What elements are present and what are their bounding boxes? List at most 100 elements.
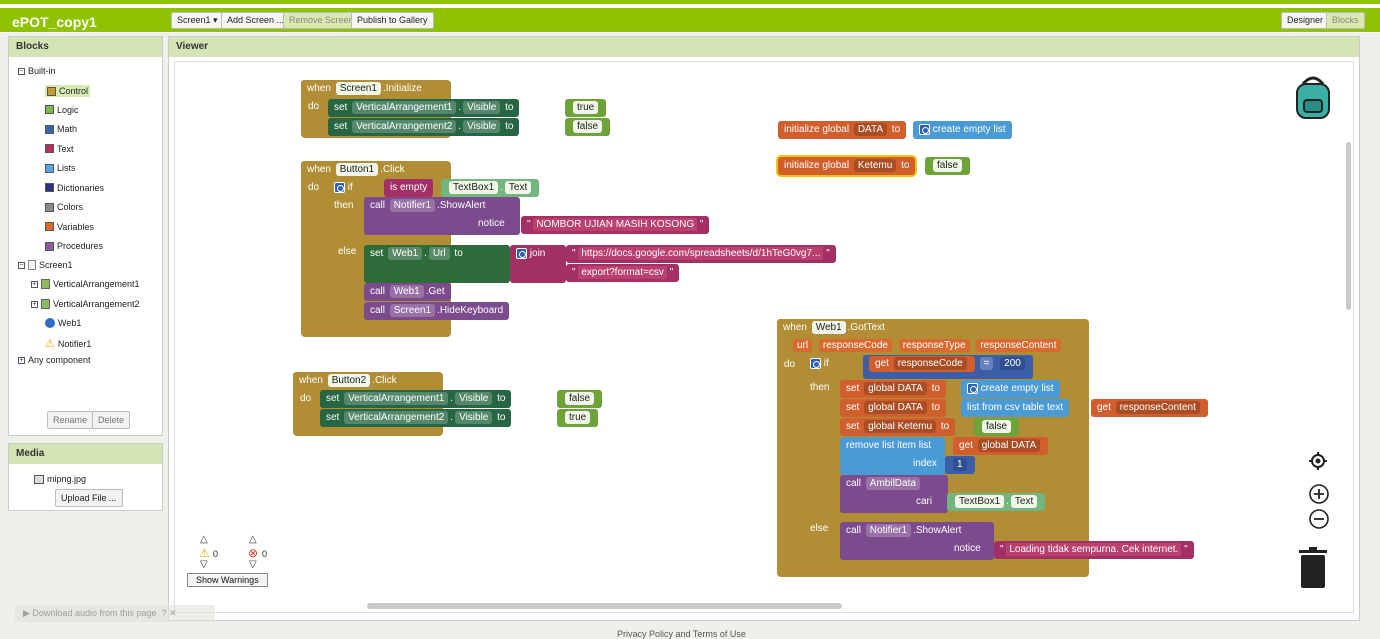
builtin-item-lists[interactable]: Lists — [45, 163, 76, 173]
logic-false[interactable]: false — [925, 157, 971, 175]
call-screen1-hidekeyboard[interactable]: call Screen1 .HideKeyboard — [364, 302, 510, 320]
variable-name[interactable]: Ketemu — [853, 158, 897, 172]
procedure-dropdown[interactable]: AmbilData — [865, 476, 920, 490]
variable-dropdown[interactable]: global DATA — [977, 438, 1041, 452]
media-file[interactable]: mipng.jpg — [34, 474, 86, 484]
variable-name[interactable]: DATA — [853, 122, 888, 136]
component-dropdown[interactable]: VerticalArrangement1 — [352, 100, 457, 114]
textbox1-text-getter[interactable]: TextBox1. Text — [441, 179, 540, 197]
property-dropdown[interactable]: Text — [1010, 494, 1038, 508]
rename-button[interactable]: Rename — [47, 411, 94, 429]
component-dropdown[interactable]: TextBox1 — [955, 494, 1005, 508]
component-dropdown[interactable]: TextBox1 — [449, 180, 499, 194]
text-string[interactable]: " export?format=csv " — [566, 264, 680, 282]
variable-dropdown[interactable]: global Ketemu — [864, 419, 937, 433]
set-va1-visible[interactable]: set VerticalArrangement1. Visible to — [328, 99, 520, 117]
init-global-ketemu[interactable]: initialize global Ketemu to — [778, 157, 916, 175]
if-block[interactable]: if — [328, 179, 359, 197]
property-dropdown[interactable]: Visible — [455, 391, 493, 405]
bool-value[interactable]: false — [982, 419, 1012, 433]
screen-select[interactable]: Screen1 ▾ — [171, 12, 224, 29]
text-string[interactable]: " NOMBOR UJIAN MASIH KOSONG " — [521, 216, 710, 234]
operator-dropdown[interactable]: = — [979, 356, 994, 370]
variable-dropdown[interactable]: responseCode — [893, 356, 967, 370]
call-web1-get[interactable]: call Web1 .Get — [364, 283, 451, 301]
tree-notifier1[interactable]: ⚠ Notifier1 — [45, 337, 91, 350]
builtin-item-math[interactable]: Math — [45, 124, 77, 134]
get-global-data[interactable]: get global DATA — [953, 437, 1049, 455]
delete-button[interactable]: Delete — [92, 411, 131, 429]
download-audio-bar[interactable]: ▶ Download audio from this page ? ✕ — [15, 605, 215, 622]
tree-any-component[interactable]: + Any component — [18, 355, 91, 365]
backpack-icon[interactable] — [1291, 72, 1335, 120]
variable-dropdown[interactable]: global DATA — [864, 400, 927, 414]
string-value[interactable]: NOMBOR UJIAN MASIH KOSONG — [533, 217, 698, 231]
builtin-item-procedures[interactable]: Procedures — [45, 241, 103, 251]
property-dropdown[interactable]: Visible — [455, 410, 493, 424]
is-empty-block[interactable]: is empty — [384, 179, 434, 197]
tree-va1[interactable]: + VerticalArrangement1 — [31, 279, 140, 289]
blocks-button[interactable]: Blocks — [1326, 12, 1365, 29]
string-value[interactable]: https://docs.google.com/spreadsheets/d/1… — [578, 246, 824, 260]
mutator-gear-icon[interactable] — [516, 247, 527, 259]
string-value[interactable]: Loading tidak sempurna. Cek internet. — [1006, 542, 1182, 556]
component-dropdown[interactable]: Button2 — [327, 373, 371, 387]
list-from-csv-table[interactable]: list from csv table text — [961, 399, 1070, 417]
set-global-data-csv[interactable]: set global DATA to — [840, 399, 946, 417]
remove-list-item[interactable]: remove list item list — [840, 437, 945, 475]
warning-down-arrow-icon[interactable]: ▽ — [200, 559, 208, 570]
param-response-content[interactable]: responseContent — [976, 338, 1061, 352]
set-global-ketemu[interactable]: set global Ketemu to — [840, 418, 956, 436]
component-dropdown[interactable]: Screen1 — [389, 303, 436, 317]
component-dropdown[interactable]: Web1 — [389, 284, 424, 298]
call-notifier-showalert[interactable]: call Notifier1 .ShowAlert — [364, 197, 520, 235]
create-empty-list[interactable]: create empty list — [961, 380, 1060, 398]
number-block[interactable]: 1 — [945, 456, 975, 474]
param-response-type[interactable]: responseType — [898, 338, 970, 352]
call-ambildata[interactable]: call AmbilData — [840, 475, 948, 513]
get-response-code[interactable]: get responseCode — [869, 356, 975, 372]
blocks-workspace[interactable]: when Screen1 .Initialize do set VerticalA… — [174, 61, 1354, 613]
tree-va2[interactable]: + VerticalArrangement2 — [31, 299, 140, 309]
string-value[interactable]: export?format=csv — [578, 265, 667, 279]
property-dropdown[interactable]: Url — [428, 246, 450, 260]
error-up-arrow-icon[interactable]: △ — [249, 534, 257, 545]
textbox1-text-getter[interactable]: TextBox1. Text — [947, 493, 1046, 511]
init-global-data[interactable]: initialize global DATA to — [778, 121, 907, 139]
number-value[interactable]: 200 — [1000, 356, 1025, 370]
tree-web1[interactable]: Web1 — [45, 318, 81, 328]
logic-false[interactable]: false — [557, 390, 603, 408]
logic-false[interactable]: false — [974, 418, 1020, 436]
set-global-data[interactable]: set global DATA to — [840, 380, 946, 398]
component-dropdown[interactable]: VerticalArrangement2 — [352, 119, 457, 133]
builtin-item-logic[interactable]: Logic — [45, 105, 79, 115]
component-dropdown[interactable]: Web1 — [811, 320, 846, 334]
expand-icon[interactable]: + — [31, 280, 38, 288]
call-notifier-showalert[interactable]: call Notifier1 .ShowAlert — [840, 522, 994, 560]
builtin-item-control[interactable]: Control — [45, 85, 91, 97]
set-va2-visible[interactable]: set VerticalArrangement2. Visible to — [320, 409, 512, 427]
component-dropdown[interactable]: Screen1 — [335, 81, 381, 95]
set-va1-visible[interactable]: set VerticalArrangement1. Visible to — [320, 390, 512, 408]
bool-value[interactable]: false — [573, 119, 603, 133]
set-va2-visible[interactable]: set VerticalArrangement2. Visible to — [328, 118, 520, 136]
variable-dropdown[interactable]: responseContent — [1115, 400, 1200, 414]
tree-builtin[interactable]: − Built-in — [18, 66, 56, 76]
tree-screen1[interactable]: − Screen1 — [18, 260, 73, 270]
component-dropdown[interactable]: Web1 — [388, 246, 423, 260]
property-dropdown[interactable]: Visible — [463, 119, 501, 133]
publish-button[interactable]: Publish to Gallery — [351, 12, 434, 29]
collapse-icon[interactable]: − — [18, 261, 25, 269]
join-block[interactable]: join — [510, 245, 566, 283]
property-dropdown[interactable]: Visible — [463, 100, 501, 114]
bool-value[interactable]: false — [933, 158, 963, 172]
logic-false[interactable]: false — [565, 118, 611, 136]
warning-up-arrow-icon[interactable]: △ — [200, 534, 208, 545]
error-down-arrow-icon[interactable]: ▽ — [249, 559, 257, 570]
bool-value[interactable]: false — [565, 391, 595, 405]
builtin-item-colors[interactable]: Colors — [45, 202, 83, 212]
text-string[interactable]: " Loading tidak sempurna. Cek internet. … — [994, 541, 1194, 559]
param-url[interactable]: url — [793, 338, 813, 352]
component-dropdown[interactable]: VerticalArrangement1 — [344, 391, 449, 405]
logic-true[interactable]: true — [565, 99, 607, 117]
